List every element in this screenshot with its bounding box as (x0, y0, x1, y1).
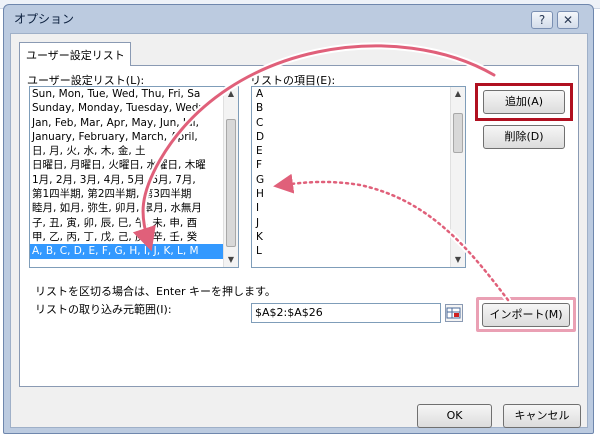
tab-custom-lists[interactable]: ユーザー設定リスト (19, 42, 131, 66)
annotation-arrow-dotted (280, 178, 511, 303)
annotation-arrow-solid (139, 42, 498, 244)
annotation-overlay (132, 42, 511, 303)
